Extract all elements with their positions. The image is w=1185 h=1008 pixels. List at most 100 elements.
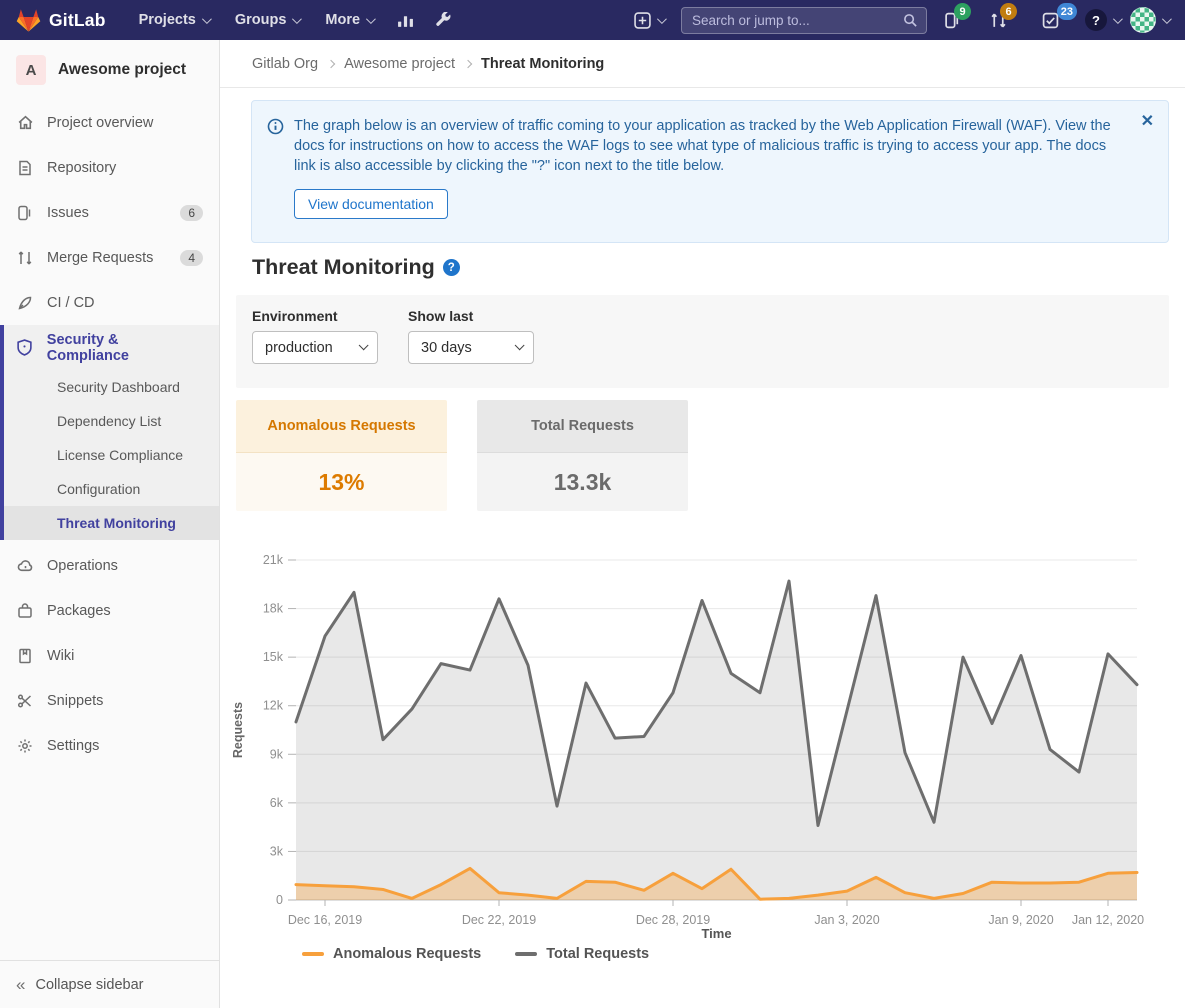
nav-more[interactable]: More [314, 0, 384, 40]
sidebar-item-wiki[interactable]: Wiki [0, 633, 219, 678]
scissors-icon [16, 692, 34, 710]
merge-requests-count-badge: 4 [180, 250, 203, 266]
sidebar-item-repository[interactable]: Repository [0, 145, 219, 190]
sidebar-item-threat-monitoring[interactable]: Threat Monitoring [4, 506, 219, 540]
legend-marker-gray [515, 952, 537, 956]
todos-shortcut[interactable]: 23 [1033, 0, 1067, 40]
help-icon: ? [1085, 9, 1107, 31]
breadcrumb: Gitlab Org Awesome project Threat Monito… [220, 40, 1185, 88]
help-menu[interactable]: ? [1085, 9, 1120, 31]
sidebar-item-security-dashboard[interactable]: Security Dashboard [4, 370, 219, 404]
sidebar-item-license-compliance[interactable]: License Compliance [4, 438, 219, 472]
project-sidebar: A Awesome project Project overview Repos… [0, 40, 220, 1008]
nav-more-label: More [325, 12, 360, 28]
chevron-down-icon [515, 340, 525, 350]
svg-text:Dec 22, 2019: Dec 22, 2019 [462, 913, 536, 927]
close-icon[interactable]: ✕ [1141, 111, 1154, 131]
svg-text:Time: Time [701, 926, 731, 940]
page-title: Threat Monitoring [252, 255, 435, 280]
stat-label: Total Requests [477, 400, 688, 453]
svg-text:Dec 28, 2019: Dec 28, 2019 [636, 913, 710, 927]
issues-shortcut[interactable]: 9 [937, 0, 967, 40]
threat-monitoring-chart: 03k6k9k12k15k18k21kDec 16, 2019Dec 22, 2… [220, 530, 1185, 940]
svg-text:Requests: Requests [231, 702, 245, 758]
environment-select[interactable]: production [252, 331, 378, 364]
breadcrumb-current: Threat Monitoring [481, 56, 604, 72]
new-plus-menu[interactable] [627, 0, 671, 40]
svg-text:21k: 21k [263, 553, 284, 567]
alert-text: The graph below is an overview of traffi… [294, 118, 1111, 174]
page-title-row: Threat Monitoring ? [252, 255, 460, 280]
sidebar-item-snippets[interactable]: Snippets [0, 678, 219, 723]
anomalous-requests-card: Anomalous Requests 13% [236, 400, 447, 511]
nav-groups[interactable]: Groups [224, 0, 311, 40]
analytics-chart-icon[interactable] [388, 0, 422, 40]
sidebar-item-label: Settings [47, 738, 99, 754]
issues-icon [16, 204, 34, 222]
chart-legend: Anomalous Requests Total Requests [302, 946, 649, 962]
chevron-down-icon [292, 14, 302, 24]
user-avatar [1130, 7, 1156, 33]
title-help-icon[interactable]: ? [443, 259, 460, 276]
sidebar-item-label: Operations [47, 558, 118, 574]
book-icon [16, 647, 34, 665]
package-icon [16, 602, 34, 620]
main-content: Gitlab Org Awesome project Threat Monito… [220, 40, 1185, 1008]
cloud-gauge-icon [16, 557, 34, 575]
todo-check-icon [1042, 12, 1059, 29]
brand-name: GitLab [49, 10, 106, 31]
legend-label: Anomalous Requests [333, 946, 481, 962]
project-header-link[interactable]: A Awesome project [0, 40, 219, 100]
search-input[interactable] [682, 13, 926, 28]
sidebar-item-merge-requests[interactable]: Merge Requests 4 [0, 235, 219, 280]
navbar-right: 9 6 23 ? [627, 0, 1169, 40]
svg-text:15k: 15k [263, 650, 284, 664]
view-documentation-button[interactable]: View documentation [294, 189, 448, 219]
breadcrumb-group[interactable]: Gitlab Org [252, 56, 318, 72]
sidebar-item-label: Project overview [47, 115, 153, 131]
sidebar-item-security-compliance[interactable]: Security & Compliance [4, 325, 219, 370]
global-search [681, 7, 927, 34]
show-last-label: Show last [408, 308, 534, 324]
sidebar-item-operations[interactable]: Operations [0, 543, 219, 588]
stat-label: Anomalous Requests [236, 400, 447, 453]
shield-icon [16, 339, 34, 357]
tanuki-icon [16, 8, 41, 33]
nav-projects[interactable]: Projects [128, 0, 220, 40]
gitlab-home-link[interactable]: GitLab [16, 8, 106, 33]
sidebar-item-configuration[interactable]: Configuration [4, 472, 219, 506]
admin-wrench-icon[interactable] [426, 0, 460, 40]
filter-panel: Environment production Show last 30 days [236, 295, 1169, 388]
chevron-right-icon [464, 59, 472, 67]
collapse-sidebar-button[interactable]: « Collapse sidebar [0, 960, 219, 1008]
total-requests-card: Total Requests 13.3k [477, 400, 688, 511]
search-icon [903, 13, 918, 28]
svg-text:12k: 12k [263, 699, 284, 713]
breadcrumb-project[interactable]: Awesome project [344, 56, 455, 72]
issues-count-badge: 6 [180, 205, 203, 221]
legend-anomalous-requests[interactable]: Anomalous Requests [302, 946, 481, 962]
environment-label: Environment [252, 308, 378, 324]
sidebar-item-settings[interactable]: Settings [0, 723, 219, 768]
user-menu[interactable] [1130, 7, 1169, 33]
plus-square-icon [634, 12, 651, 29]
legend-total-requests[interactable]: Total Requests [515, 946, 649, 962]
sidebar-item-ci-cd[interactable]: CI / CD [0, 280, 219, 325]
sidebar-item-label: Packages [47, 603, 111, 619]
svg-text:9k: 9k [270, 747, 284, 761]
sidebar-item-dependency-list[interactable]: Dependency List [4, 404, 219, 438]
sidebar-item-label: Wiki [47, 648, 74, 664]
svg-text:Jan 12, 2020: Jan 12, 2020 [1072, 913, 1144, 927]
svg-text:Jan 3, 2020: Jan 3, 2020 [814, 913, 879, 927]
security-compliance-section: Security & Compliance Security Dashboard… [0, 325, 219, 540]
waf-info-alert: The graph below is an overview of traffi… [251, 100, 1169, 243]
svg-text:3k: 3k [270, 844, 284, 858]
sidebar-item-packages[interactable]: Packages [0, 588, 219, 633]
merge-requests-shortcut[interactable]: 6 [983, 0, 1013, 40]
sidebar-item-issues[interactable]: Issues 6 [0, 190, 219, 235]
sidebar-item-label: Snippets [47, 693, 103, 709]
show-last-select[interactable]: 30 days [408, 331, 534, 364]
chevron-down-icon [1113, 14, 1123, 24]
sidebar-item-project-overview[interactable]: Project overview [0, 100, 219, 145]
chevron-down-icon [1162, 14, 1172, 24]
